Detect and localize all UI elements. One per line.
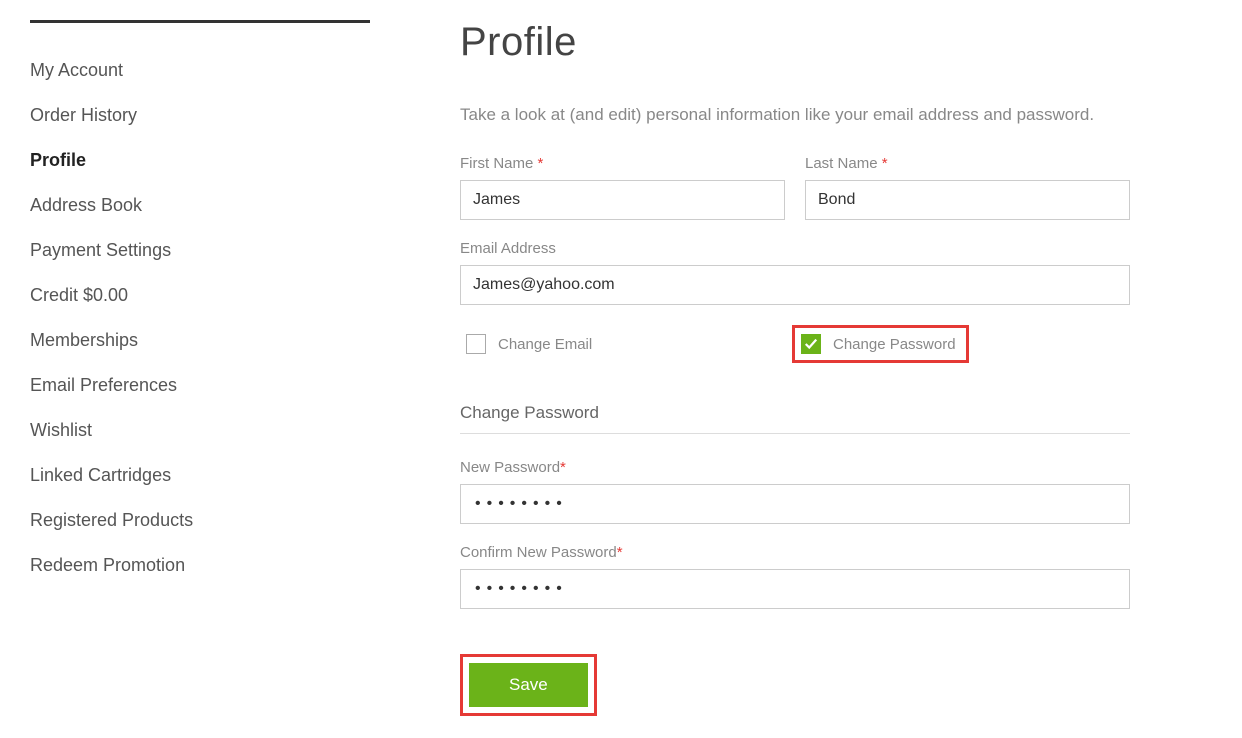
confirm-password-label: Confirm New Password*	[460, 544, 1130, 561]
last-name-group: Last Name *	[805, 155, 1130, 220]
sidebar-item-memberships[interactable]: Memberships	[30, 318, 370, 363]
change-email-checkbox[interactable]	[466, 334, 486, 354]
first-name-group: First Name *	[460, 155, 785, 220]
change-password-label: Change Password	[833, 336, 956, 353]
change-password-section-title: Change Password	[460, 403, 1130, 434]
main-content: Profile Take a look at (and edit) person…	[370, 20, 1150, 716]
new-password-input[interactable]	[460, 484, 1130, 524]
save-button[interactable]: Save	[469, 663, 588, 707]
sidebar-item-email-preferences[interactable]: Email Preferences	[30, 363, 370, 408]
sidebar-item-wishlist[interactable]: Wishlist	[30, 408, 370, 453]
sidebar-divider	[30, 20, 370, 23]
new-password-label: New Password*	[460, 459, 1130, 476]
sidebar-item-registered-products[interactable]: Registered Products	[30, 498, 370, 543]
change-email-checkbox-group: Change Email	[460, 325, 792, 363]
sidebar-item-payment-settings[interactable]: Payment Settings	[30, 228, 370, 273]
check-icon	[804, 337, 818, 351]
sidebar-item-linked-cartridges[interactable]: Linked Cartridges	[30, 453, 370, 498]
new-password-group: New Password*	[460, 459, 1130, 524]
confirm-password-group: Confirm New Password*	[460, 544, 1130, 609]
sidebar-item-address-book[interactable]: Address Book	[30, 183, 370, 228]
required-asterisk: *	[560, 459, 566, 476]
sidebar-item-order-history[interactable]: Order History	[30, 93, 370, 138]
page-description: Take a look at (and edit) personal infor…	[460, 105, 1130, 125]
change-email-label: Change Email	[498, 336, 592, 353]
change-password-checkbox[interactable]	[801, 334, 821, 354]
sidebar-item-my-account[interactable]: My Account	[30, 48, 370, 93]
email-label: Email Address	[460, 240, 1130, 257]
last-name-label: Last Name *	[805, 155, 1130, 172]
sidebar-item-credit[interactable]: Credit $0.00	[30, 273, 370, 318]
required-asterisk: *	[538, 155, 544, 172]
sidebar-item-profile[interactable]: Profile	[30, 138, 370, 183]
first-name-label: First Name *	[460, 155, 785, 172]
required-asterisk: *	[617, 544, 623, 561]
last-name-input[interactable]	[805, 180, 1130, 220]
save-button-highlight: Save	[460, 654, 597, 716]
confirm-password-input[interactable]	[460, 569, 1130, 609]
email-input[interactable]	[460, 265, 1130, 305]
first-name-input[interactable]	[460, 180, 785, 220]
sidebar-item-redeem-promotion[interactable]: Redeem Promotion	[30, 543, 370, 588]
email-group: Email Address	[460, 240, 1130, 305]
page-title: Profile	[460, 20, 1130, 65]
required-asterisk: *	[882, 155, 888, 172]
change-password-checkbox-group: Change Password	[792, 325, 969, 363]
sidebar: My Account Order History Profile Address…	[30, 20, 370, 716]
